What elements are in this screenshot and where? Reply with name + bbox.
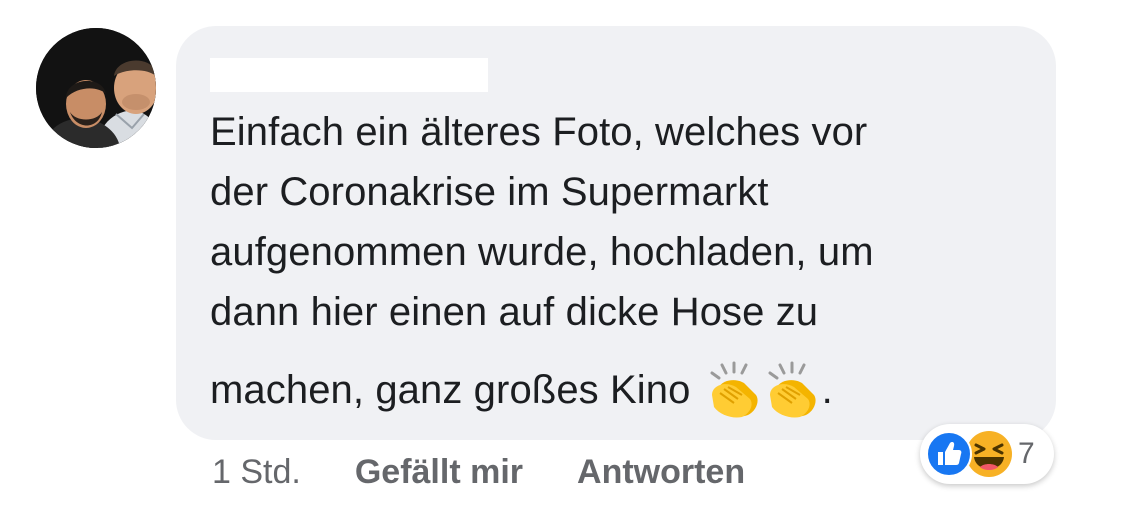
comment-line: der Coronakrise im Supermarkt <box>210 170 769 214</box>
timestamp[interactable]: 1 Std. <box>212 453 301 492</box>
comment-line: Einfach ein älteres Foto, welches vor <box>210 110 868 154</box>
comment-text: Einfach ein älteres Foto, welches vor de… <box>210 102 1040 426</box>
avatar-photo <box>36 28 156 148</box>
comment-line: aufgenommen wurde, hochladen, um <box>210 230 874 274</box>
comment-actions: 1 Std. Gefällt mir Antworten <box>212 449 745 495</box>
clapping-hands-icon <box>768 361 816 418</box>
avatar[interactable] <box>36 28 156 148</box>
reply-button[interactable]: Antworten <box>577 453 745 492</box>
like-reaction-icon <box>926 431 972 477</box>
comment-line: dann hier einen auf dicke Hose zu <box>210 290 819 334</box>
comment-thread: Einfach ein älteres Foto, welches vor de… <box>0 0 1125 514</box>
comment-line-last: machen, ganz großes Kino . <box>210 360 1040 426</box>
trailing-period: . <box>821 368 833 412</box>
author-name-redacted <box>210 58 488 92</box>
reaction-count: 7 <box>1018 437 1035 470</box>
clapping-hands-icon <box>710 361 758 418</box>
reactions-summary[interactable]: 7 <box>920 424 1054 484</box>
comment-bubble: Einfach ein älteres Foto, welches vor de… <box>176 26 1056 440</box>
like-button[interactable]: Gefällt mir <box>355 453 523 492</box>
comment-line-text: machen, ganz großes Kino <box>210 368 691 412</box>
